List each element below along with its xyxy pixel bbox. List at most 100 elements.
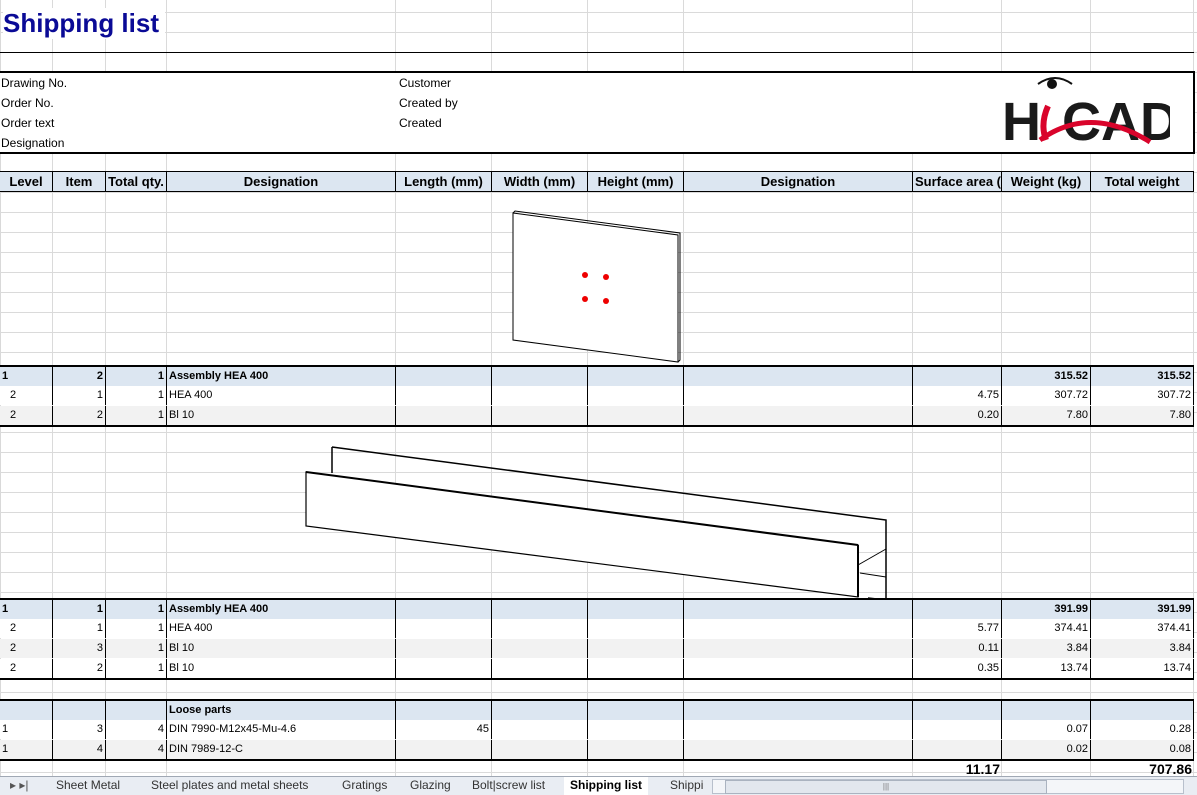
cell-total-weight[interactable]: 7.80 (1091, 406, 1194, 425)
cell-surface-area-m[interactable] (913, 600, 1002, 619)
cell-item[interactable]: 4 (53, 740, 106, 759)
column-header[interactable]: Designation (167, 172, 396, 191)
cell-width-mm[interactable] (492, 600, 588, 619)
cell-designation[interactable]: Assembly HEA 400 (167, 367, 396, 386)
cell-weight-kg[interactable]: 391.99 (1002, 600, 1091, 619)
cell-level[interactable]: 2 (0, 406, 53, 425)
cell-level[interactable]: 1 (0, 367, 53, 386)
tab-scroll-arrows[interactable]: ▸ ▸| (4, 777, 35, 794)
cell-item[interactable]: 3 (53, 639, 106, 658)
column-header[interactable]: Total qty. (106, 172, 167, 191)
cell-item[interactable]: 3 (53, 720, 106, 739)
cell-height-mm[interactable] (588, 701, 684, 720)
cell-weight-kg[interactable]: 3.84 (1002, 639, 1091, 658)
cell-width-mm[interactable] (492, 406, 588, 425)
sheet-tab[interactable]: Gratings (336, 777, 393, 794)
cell-level[interactable]: 1 (0, 720, 53, 739)
cell-designation[interactable] (684, 701, 913, 720)
cell-width-mm[interactable] (492, 720, 588, 739)
cell-designation[interactable] (684, 600, 913, 619)
cell-item[interactable]: 1 (53, 619, 106, 638)
cell-length-mm[interactable]: 45 (396, 720, 492, 739)
cell-weight-kg[interactable]: 13.74 (1002, 659, 1091, 678)
cell-weight-kg[interactable]: 0.02 (1002, 740, 1091, 759)
cell-level[interactable] (0, 701, 53, 720)
cell-total-weight[interactable]: 3.84 (1091, 639, 1194, 658)
cell-item[interactable]: 1 (53, 600, 106, 619)
cell-height-mm[interactable] (588, 639, 684, 658)
cell-designation[interactable] (684, 659, 913, 678)
cell-total-qty[interactable]: 1 (106, 386, 167, 405)
cell-level[interactable]: 1 (0, 740, 53, 759)
sheet-tab[interactable]: Steel plates and metal sheets (145, 777, 314, 794)
cell-total-weight[interactable]: 0.28 (1091, 720, 1194, 739)
cell-weight-kg[interactable]: 374.41 (1002, 619, 1091, 638)
cell-length-mm[interactable] (396, 619, 492, 638)
cell-designation[interactable]: HEA 400 (167, 386, 396, 405)
cell-height-mm[interactable] (588, 720, 684, 739)
cell-width-mm[interactable] (492, 701, 588, 720)
cell-designation[interactable]: Bl 10 (167, 406, 396, 425)
sheet-tab[interactable]: Glazing (404, 777, 457, 794)
cell-weight-kg[interactable] (1002, 701, 1091, 720)
cell-total-weight[interactable]: 307.72 (1091, 386, 1194, 405)
cell-total-qty[interactable]: 1 (106, 639, 167, 658)
sheet-tab[interactable]: Shipping list (564, 777, 648, 795)
cell-item[interactable]: 2 (53, 659, 106, 678)
cell-total-qty[interactable] (106, 701, 167, 720)
cell-height-mm[interactable] (588, 600, 684, 619)
cell-height-mm[interactable] (588, 619, 684, 638)
cell-height-mm[interactable] (588, 740, 684, 759)
cell-designation[interactable]: Bl 10 (167, 639, 396, 658)
cell-designation[interactable]: DIN 7989-12-C (167, 740, 396, 759)
cell-surface-area-m[interactable]: 4.75 (913, 386, 1002, 405)
cell-designation[interactable]: HEA 400 (167, 619, 396, 638)
column-header[interactable]: Weight (kg) (1002, 172, 1091, 191)
column-header[interactable]: Surface area (m (913, 172, 1002, 191)
cell-width-mm[interactable] (492, 639, 588, 658)
cell-level[interactable]: 1 (0, 600, 53, 619)
cell-height-mm[interactable] (588, 659, 684, 678)
cell-total-qty[interactable]: 1 (106, 659, 167, 678)
cell-surface-area-m[interactable]: 0.20 (913, 406, 1002, 425)
cell-designation[interactable]: Bl 10 (167, 659, 396, 678)
cell-total-weight[interactable]: 315.52 (1091, 367, 1194, 386)
cell-width-mm[interactable] (492, 619, 588, 638)
cell-surface-area-m[interactable]: 0.35 (913, 659, 1002, 678)
cell-item[interactable]: 2 (53, 367, 106, 386)
column-header[interactable]: Length (mm) (396, 172, 492, 191)
cell-length-mm[interactable] (396, 659, 492, 678)
cell-designation[interactable] (684, 740, 913, 759)
cell-total-qty[interactable]: 1 (106, 406, 167, 425)
cell-level[interactable]: 2 (0, 386, 53, 405)
column-header[interactable]: Total weight (1091, 172, 1194, 191)
cell-weight-kg[interactable]: 7.80 (1002, 406, 1091, 425)
cell-designation[interactable] (684, 720, 913, 739)
cell-surface-area-m[interactable] (913, 720, 1002, 739)
cell-surface-area-m[interactable] (913, 701, 1002, 720)
cell-length-mm[interactable] (396, 701, 492, 720)
cell-level[interactable]: 2 (0, 659, 53, 678)
cell-item[interactable]: 2 (53, 406, 106, 425)
column-header[interactable]: Width (mm) (492, 172, 588, 191)
cell-total-weight[interactable]: 374.41 (1091, 619, 1194, 638)
cell-weight-kg[interactable]: 307.72 (1002, 386, 1091, 405)
cell-length-mm[interactable] (396, 386, 492, 405)
cell-designation[interactable] (684, 406, 913, 425)
cell-surface-area-m[interactable]: 5.77 (913, 619, 1002, 638)
cell-designation[interactable]: Assembly HEA 400 (167, 600, 396, 619)
column-header[interactable]: Level (0, 172, 53, 191)
cell-designation[interactable] (684, 386, 913, 405)
sheet-tab[interactable]: Shippi (664, 777, 709, 794)
cell-level[interactable]: 2 (0, 619, 53, 638)
sheet-tab[interactable]: Bolt|screw list (466, 777, 551, 794)
cell-designation[interactable] (684, 639, 913, 658)
horizontal-scrollbar[interactable]: ||| (712, 779, 1184, 794)
sheet-tab[interactable]: Sheet Metal (50, 777, 126, 794)
cell-item[interactable]: 1 (53, 386, 106, 405)
cell-width-mm[interactable] (492, 740, 588, 759)
cell-total-weight[interactable] (1091, 701, 1194, 720)
cell-width-mm[interactable] (492, 386, 588, 405)
cell-height-mm[interactable] (588, 367, 684, 386)
cell-total-weight[interactable]: 391.99 (1091, 600, 1194, 619)
